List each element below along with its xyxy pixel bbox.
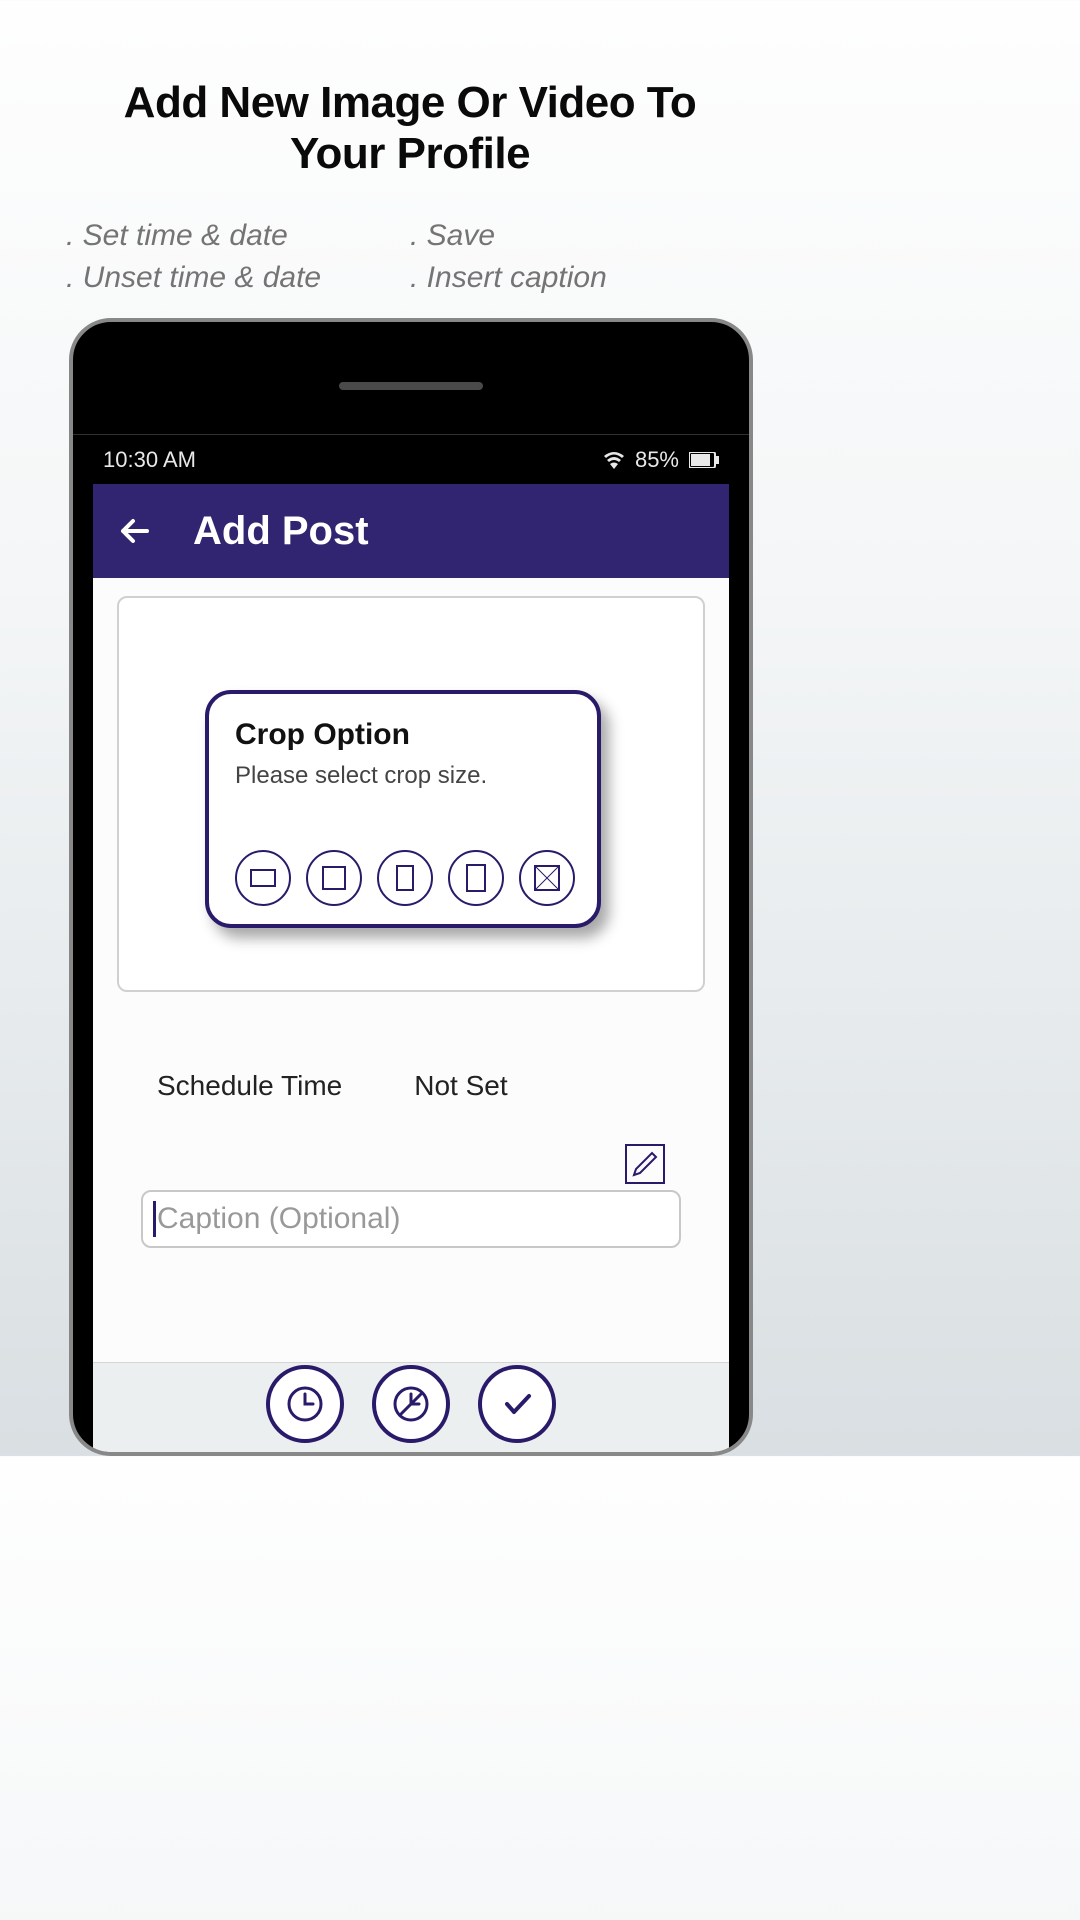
feature-item: . Unset time & date (66, 257, 410, 299)
crop-dialog: Crop Option Please select crop size. (205, 690, 601, 928)
page-title: Add New Image Or Video To Your Profile (0, 0, 820, 179)
app-bar: Add Post (93, 484, 729, 578)
battery-icon (689, 452, 719, 468)
save-button[interactable] (478, 1365, 556, 1443)
crop-dialog-subtitle: Please select crop size. (235, 762, 571, 790)
feature-item: . Insert caption (410, 257, 754, 299)
back-arrow-icon[interactable] (117, 513, 153, 549)
crop-option-portrait[interactable] (377, 850, 433, 906)
set-time-button[interactable] (266, 1365, 344, 1443)
status-time: 10:30 AM (103, 447, 196, 473)
app-screen: Add Post Crop Option Please select crop … (93, 484, 729, 1452)
caption-input[interactable]: Caption (Optional) (141, 1190, 681, 1248)
caption-cursor (153, 1201, 156, 1237)
crop-option-landscape[interactable] (235, 850, 291, 906)
feature-item: . Set time & date (66, 215, 410, 257)
edit-caption-button[interactable] (625, 1144, 665, 1184)
schedule-label: Schedule Time (157, 1070, 342, 1102)
unset-time-button[interactable] (372, 1365, 450, 1443)
feature-item: . Save (410, 215, 754, 257)
schedule-value: Not Set (414, 1070, 507, 1102)
crop-option-square[interactable] (306, 850, 362, 906)
crop-option-tall[interactable] (448, 850, 504, 906)
app-bar-title: Add Post (193, 509, 369, 554)
status-battery-percent: 85% (635, 447, 679, 473)
schedule-row: Schedule Time Not Set (117, 992, 705, 1102)
crop-option-full[interactable] (519, 850, 575, 906)
caption-placeholder: Caption (Optional) (157, 1202, 400, 1236)
status-bar: 10:30 AM 85% (73, 434, 749, 484)
phone-speaker (339, 382, 483, 390)
crop-dialog-title: Crop Option (235, 718, 571, 752)
feature-list: . Set time & date . Unset time & date . … (0, 179, 820, 299)
wifi-icon (603, 451, 625, 469)
phone-frame: 10:30 AM 85% Add Post Crop (69, 318, 753, 1456)
bottom-action-bar (93, 1362, 729, 1452)
